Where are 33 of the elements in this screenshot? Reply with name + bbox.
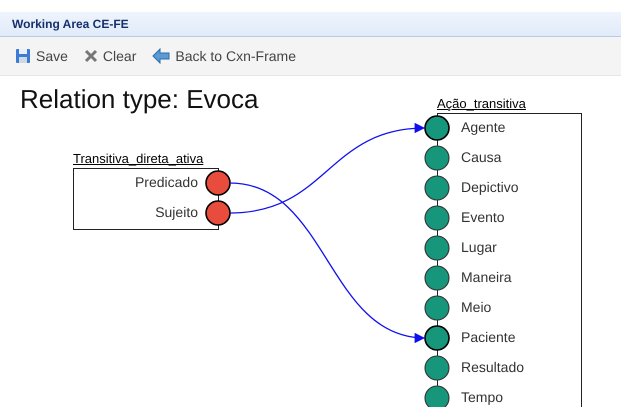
save-button[interactable]: Save <box>12 46 71 66</box>
element-label: Depictivo <box>461 179 519 195</box>
element-port[interactable] <box>424 115 450 141</box>
element-port[interactable] <box>424 385 450 407</box>
back-arrow-icon <box>152 48 170 64</box>
element-label: Meio <box>461 299 492 315</box>
element-label: Tempo <box>461 389 504 405</box>
element-label: Predicado <box>134 174 198 190</box>
element-port[interactable] <box>205 170 231 196</box>
element-port[interactable] <box>424 265 450 291</box>
element-port[interactable] <box>424 355 450 381</box>
element-port[interactable] <box>205 200 231 226</box>
element-port[interactable] <box>424 235 450 261</box>
clear-button[interactable]: Clear <box>80 46 140 66</box>
element-port[interactable] <box>424 175 450 201</box>
close-icon <box>84 49 98 63</box>
frame-title: Transitiva_direta_ativa <box>73 151 204 166</box>
window-title: Working Area CE-FE <box>12 17 129 31</box>
element-label: Agente <box>461 119 506 135</box>
frame-title: Ação_transitiva <box>437 96 526 111</box>
relation-heading: Relation type: Evoca <box>20 83 258 115</box>
element-label: Paciente <box>461 329 516 345</box>
element-port[interactable] <box>424 295 450 321</box>
element-label: Lugar <box>461 239 497 255</box>
element-label: Maneira <box>461 269 512 285</box>
element-port[interactable] <box>424 325 450 351</box>
element-port[interactable] <box>424 205 450 231</box>
back-button[interactable]: Back to Cxn-Frame <box>149 46 299 66</box>
element-label: Sujeito <box>155 204 198 220</box>
element-label: Resultado <box>461 359 524 375</box>
element-label: Evento <box>461 209 505 225</box>
element-port[interactable] <box>424 145 450 171</box>
element-label: Causa <box>461 149 502 165</box>
